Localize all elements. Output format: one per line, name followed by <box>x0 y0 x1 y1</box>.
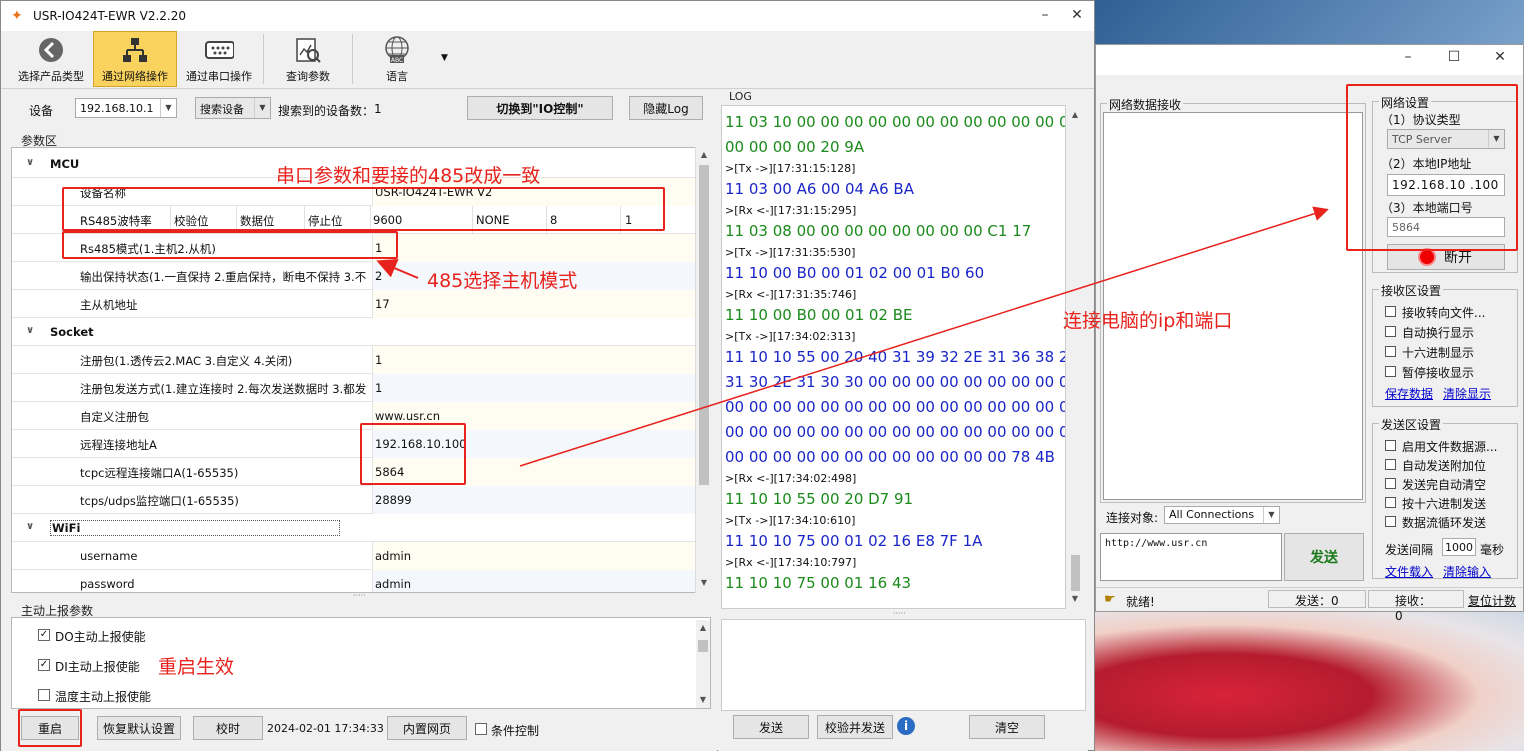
arrow-master <box>376 258 419 279</box>
annotation-arrows <box>376 206 1329 467</box>
arrow-connect <box>519 206 1329 467</box>
